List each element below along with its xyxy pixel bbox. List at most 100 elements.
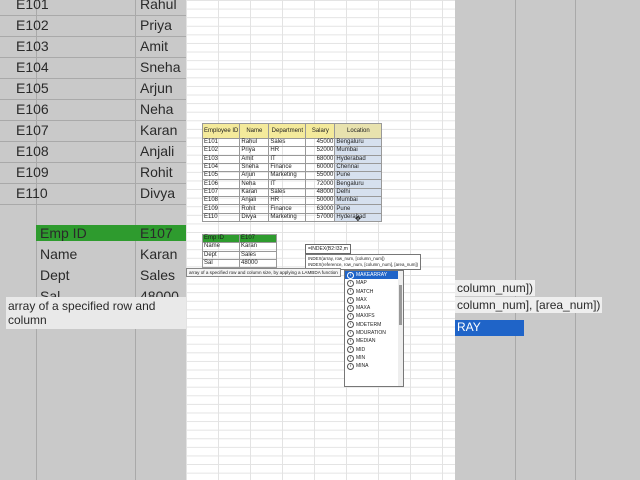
autocomplete-item[interactable]: f MID — [345, 346, 403, 354]
table-cell[interactable]: E102 — [201, 146, 241, 156]
lookup-label-cell[interactable]: Emp ID — [202, 233, 240, 244]
lookup-value-cell[interactable]: 48000 — [239, 258, 277, 269]
table-cell[interactable]: Pune — [334, 171, 383, 181]
table-row: E109 Rohit Finance 63000 Pune — [201, 204, 383, 214]
background-id: E110 — [16, 185, 48, 201]
table-cell[interactable]: E103 — [201, 154, 241, 164]
background-fragment: column_num]) — [455, 280, 536, 296]
table-cell[interactable]: Anjali — [239, 196, 270, 206]
grid-line — [0, 36, 186, 37]
table-cell[interactable]: 48000 — [305, 187, 336, 198]
grid-line — [0, 120, 186, 121]
autocomplete-item[interactable]: f MEDIAN — [345, 337, 403, 346]
background-id: E102 — [16, 17, 49, 33]
autocomplete-item[interactable]: f MAKEARRAY — [345, 271, 403, 280]
table-cell[interactable]: Finance — [268, 204, 307, 214]
table-cell[interactable]: IT — [268, 179, 307, 189]
autocomplete-list[interactable]: f MAKEARRAY f MAP f MATCH f MAX f MAXA f MAXIFS f MDE… — [344, 270, 404, 387]
grid-line — [0, 78, 186, 79]
lookup-value-cell[interactable]: Sales — [239, 250, 277, 260]
table-cell[interactable]: 63000 — [305, 204, 336, 214]
autocomplete-item[interactable]: f MATCH — [345, 288, 403, 296]
table-cell[interactable]: Bengaluru — [334, 179, 383, 189]
table-cell[interactable]: Mumbai — [334, 146, 383, 156]
autocomplete-item-label: MDURATION — [356, 330, 386, 337]
table-cell[interactable]: E109 — [201, 204, 241, 214]
table-cell[interactable]: E101 — [201, 137, 241, 148]
header-location[interactable]: Location — [334, 123, 383, 139]
table-cell[interactable]: IT — [268, 154, 307, 164]
autocomplete-item[interactable]: f MAXIFS — [345, 312, 403, 321]
table-cell[interactable]: Bengaluru — [334, 137, 383, 148]
background-name: Rohit — [140, 164, 173, 180]
lookup-label-cell[interactable]: Sal — [202, 258, 240, 269]
table-cell[interactable]: Rohit — [239, 204, 270, 214]
formula-input[interactable]: =INDEX(B2:I32,m — [305, 244, 351, 254]
background-name: Sneha — [140, 59, 181, 75]
table-cell[interactable]: E108 — [201, 196, 241, 206]
table-row: E101 Rahul Sales 45000 Bengaluru — [201, 137, 383, 148]
header-department[interactable]: Department — [268, 123, 307, 139]
table-cell[interactable]: Hyderabad — [334, 154, 383, 164]
table-cell[interactable]: Sales — [268, 187, 307, 198]
table-cell[interactable]: 50000 — [305, 196, 336, 206]
table-cell[interactable]: E110 — [201, 212, 241, 222]
lookup-row: Emp ID E107 — [202, 233, 277, 244]
table-cell[interactable]: E107 — [201, 187, 241, 198]
table-cell[interactable]: Arjun — [239, 171, 270, 181]
table-cell[interactable]: Amit — [239, 154, 270, 164]
table-cell[interactable]: Marketing — [268, 212, 307, 222]
table-cell[interactable]: Pune — [334, 204, 383, 214]
table-cell[interactable]: Sales — [268, 137, 307, 148]
table-cell[interactable]: E104 — [201, 162, 241, 173]
table-cell[interactable]: Chennai — [334, 162, 383, 173]
header-employee-id[interactable]: Employee ID — [201, 123, 241, 139]
table-cell[interactable]: 57000 — [305, 212, 336, 222]
autocomplete-item[interactable]: f MINA — [345, 362, 403, 370]
autocomplete-item[interactable]: f MDURATION — [345, 329, 403, 337]
table-cell[interactable]: Mumbai — [334, 196, 383, 206]
grid-line — [0, 141, 186, 142]
grid-line — [0, 99, 186, 100]
table-cell[interactable]: Sneha — [239, 162, 270, 173]
spreadsheet[interactable]: Employee ID Name Department Salary Locat… — [186, 0, 455, 480]
lookup-value-cell[interactable]: E107 — [239, 233, 277, 244]
lookup-value-cell[interactable]: Karan — [239, 242, 277, 252]
header-salary[interactable]: Salary — [305, 123, 336, 139]
scrollbar-thumb[interactable] — [399, 285, 402, 325]
table-cell[interactable]: HR — [268, 146, 307, 156]
table-cell[interactable]: HR — [268, 196, 307, 206]
table-row: E102 Priya HR 52000 Mumbai — [201, 146, 383, 156]
table-cell[interactable]: Marketing — [268, 171, 307, 181]
table-cell[interactable]: Delhi — [334, 187, 383, 198]
lookup-label-cell[interactable]: Dept — [202, 250, 240, 260]
table-cell[interactable]: 55000 — [305, 171, 336, 181]
autocomplete-scrollbar[interactable] — [398, 271, 403, 386]
autocomplete-item[interactable]: f MAXA — [345, 304, 403, 312]
autocomplete-item[interactable]: f MDETERM — [345, 321, 403, 329]
table-row: E107 Karan Sales 48000 Delhi — [201, 187, 383, 198]
table-cell[interactable]: 60000 — [305, 162, 336, 173]
table-cell[interactable]: E106 — [201, 179, 241, 189]
table-cell[interactable]: Karan — [239, 187, 270, 198]
background-id: E101 — [16, 0, 49, 12]
autocomplete-item[interactable]: f MIN — [345, 354, 403, 362]
table-cell[interactable]: 72000 — [305, 179, 336, 189]
table-cell[interactable]: Finance — [268, 162, 307, 173]
background-id: E106 — [16, 101, 49, 117]
table-cell[interactable]: E105 — [201, 171, 241, 181]
function-icon: f — [347, 338, 354, 346]
table-cell[interactable]: Priya — [239, 146, 270, 156]
table-cell[interactable]: 45000 — [305, 137, 336, 148]
header-name[interactable]: Name — [239, 123, 270, 139]
table-cell[interactable]: Divya — [239, 212, 270, 222]
background-name: Karan — [140, 122, 178, 138]
table-cell[interactable]: 68000 — [305, 154, 336, 164]
background-lookup-value: E107 — [136, 225, 186, 241]
autocomplete-item[interactable]: f MAP — [345, 279, 403, 287]
lookup-label-cell[interactable]: Name — [202, 242, 240, 252]
table-cell[interactable]: 52000 — [305, 146, 336, 156]
table-cell[interactable]: Rahul — [239, 137, 270, 148]
autocomplete-item[interactable]: f MAX — [345, 296, 403, 304]
table-cell[interactable]: Neha — [239, 179, 270, 189]
